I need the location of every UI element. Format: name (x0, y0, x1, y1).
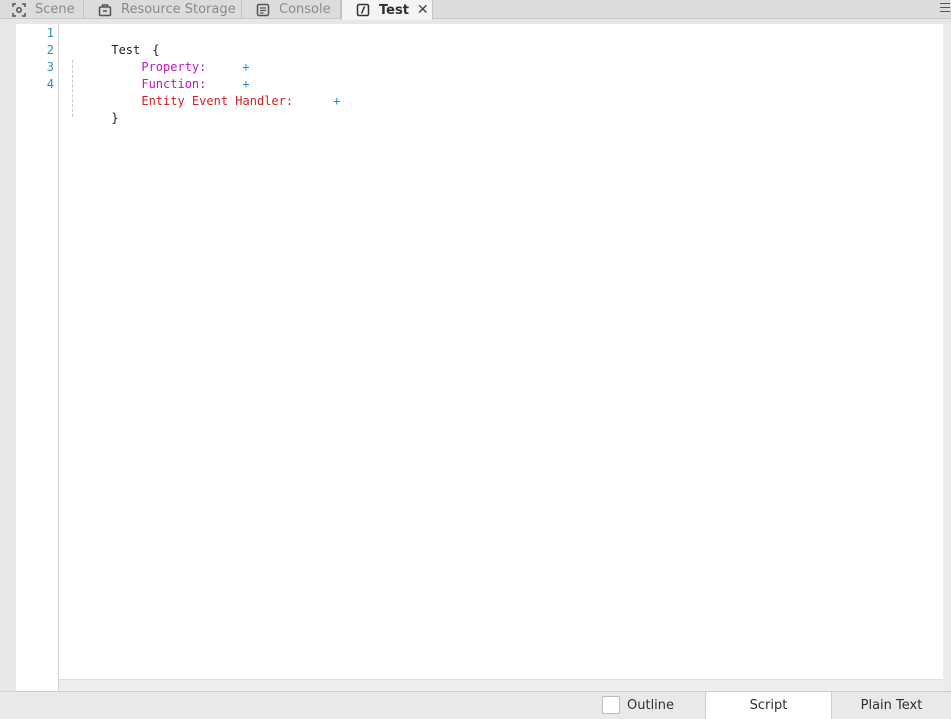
tab-console-label: Console (279, 2, 331, 17)
tab-test-label: Test (379, 2, 409, 18)
tab-scene-label: Scene (35, 2, 75, 17)
tab-scene[interactable]: Scene (0, 0, 84, 19)
line-number-gutter: 1 2 3 4 (16, 24, 59, 691)
bottom-bar: Outline Script Plain Text (0, 691, 951, 719)
line-number: 1 (46, 26, 54, 40)
horizontal-scrollbar[interactable] (59, 679, 943, 691)
code-line-2: Property: + (98, 42, 249, 74)
console-icon (256, 3, 270, 17)
entity-event-handler-keyword: Entity Event Handler: (141, 94, 294, 108)
tab-console[interactable]: Console (242, 0, 341, 19)
line-number: 4 (46, 77, 54, 91)
add-event-handler-button[interactable]: + (333, 94, 340, 108)
code-line-1: Test{ (68, 25, 159, 57)
tab-resource-storage[interactable]: Resource Storage (84, 0, 242, 19)
scene-icon (12, 2, 26, 17)
close-brace: } (111, 111, 119, 125)
tab-bar: Scene Resource Storage Console Test ✕ (0, 0, 951, 20)
close-icon[interactable]: ✕ (417, 3, 429, 17)
line-number: 2 (46, 43, 54, 57)
code-line-4: Entity Event Handler: + (98, 76, 340, 108)
plain-text-view-tab[interactable]: Plain Text (831, 692, 951, 719)
script-view-tab[interactable]: Script (705, 692, 831, 719)
script-icon (356, 3, 370, 17)
outline-checkbox[interactable] (602, 696, 620, 714)
tab-test[interactable]: Test ✕ (341, 0, 433, 20)
script-editor[interactable]: 1 2 3 4 Test{ Property: + Function: + Enti… (16, 24, 943, 691)
tab-resource-storage-label: Resource Storage (121, 2, 236, 17)
outline-toggle[interactable]: Outline (602, 696, 674, 714)
code-line-5: } (68, 93, 118, 125)
menu-icon[interactable] (940, 0, 950, 14)
line-number: 3 (46, 60, 54, 74)
code-line-3: Function: + (98, 59, 249, 91)
vertical-scrollbar[interactable] (943, 24, 951, 691)
storage-icon (98, 3, 112, 17)
outline-label: Outline (627, 697, 675, 713)
